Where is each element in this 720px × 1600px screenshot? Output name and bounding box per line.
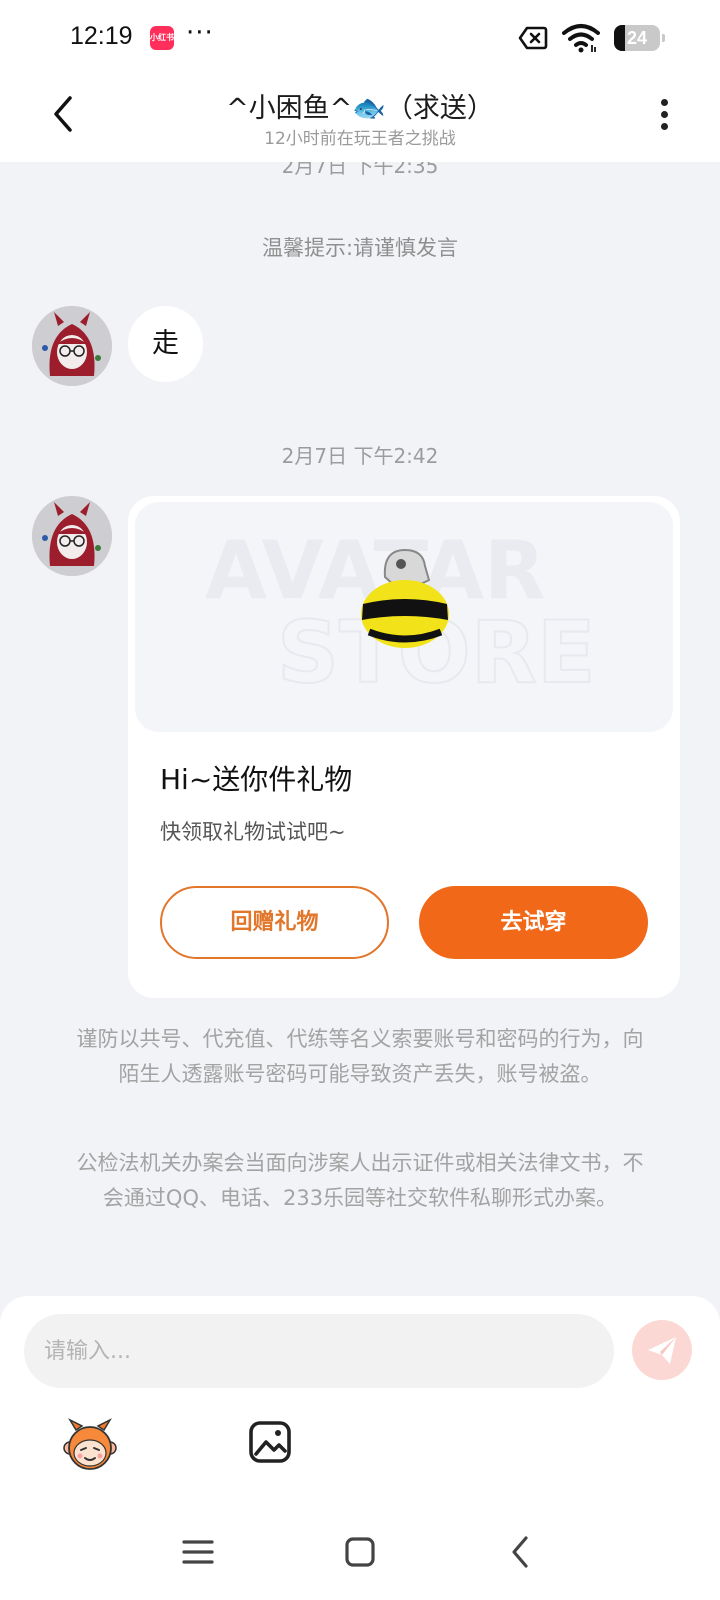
menu-icon [182,1540,214,1564]
more-notifications-icon: ··· [186,18,214,48]
emoji-icon [63,1418,117,1470]
sim-off-icon [518,26,548,50]
law-enforcement-notice: 公检法机关办案会当面向涉案人出示证件或相关法律文书，不会通过QQ、电话、233乐… [76,1151,644,1210]
contact-status: 12小时前在玩王者之挑战 [264,129,456,149]
wifi-icon [562,24,600,53]
contact-avatar[interactable] [32,496,112,576]
chat-header: ^小困鱼^🐟（求送） 12小时前在玩王者之挑战 [0,78,720,162]
contact-name: ^小困鱼^🐟（求送） [226,93,494,124]
back-arrow-icon [512,1536,528,1568]
xiaohongshu-notification-icon: 小红书 [150,26,174,50]
status-time: 12:19 [70,22,133,50]
recent-apps-button[interactable] [178,1532,218,1572]
image-button[interactable] [248,1420,292,1464]
gift-card[interactable]: AVATAR STORE Hi~送你件礼物 快领取礼物试试吧~ 回赠礼物 去试穿 [128,496,680,998]
home-button[interactable] [340,1532,380,1572]
battery-fill [614,25,626,51]
gift-banner: AVATAR STORE [135,502,673,732]
gift-item-image [361,548,449,648]
battery-level: 24 [626,28,648,48]
caution-tip: 温馨提示:请谨慎发言 [261,236,459,260]
more-icon [652,99,676,130]
status-icons: 24 [518,22,665,54]
gift-title: Hi~送你件礼物 [160,763,353,796]
contact-avatar[interactable] [32,306,112,386]
emoji-button[interactable] [62,1418,118,1474]
gift-description: 快领取礼物试试吧~ [160,820,346,844]
status-bar: 12:19 小红书 ··· 24 [0,0,720,78]
system-nav-bar [0,1510,720,1600]
more-options-button[interactable] [652,96,676,136]
send-icon [648,1337,676,1364]
system-back-button[interactable] [500,1532,540,1572]
timestamp: 2月7日 下午2:42 [281,444,439,468]
send-button[interactable] [632,1320,692,1380]
return-gift-button[interactable]: 回赠礼物 [160,886,389,959]
avatar-image [32,306,112,386]
avatar-image [32,496,112,576]
anti-fraud-notice: 谨防以共号、代充值、代练等名义索要账号和密码的行为，向陌生人透露账号密码可能导致… [76,1027,644,1086]
message-bubble[interactable]: 走 [128,306,203,382]
battery-indicator: 24 [614,25,665,51]
message-input[interactable] [24,1314,614,1388]
image-icon [249,1421,291,1463]
try-on-button[interactable]: 去试穿 [419,886,648,959]
home-icon [345,1537,375,1567]
